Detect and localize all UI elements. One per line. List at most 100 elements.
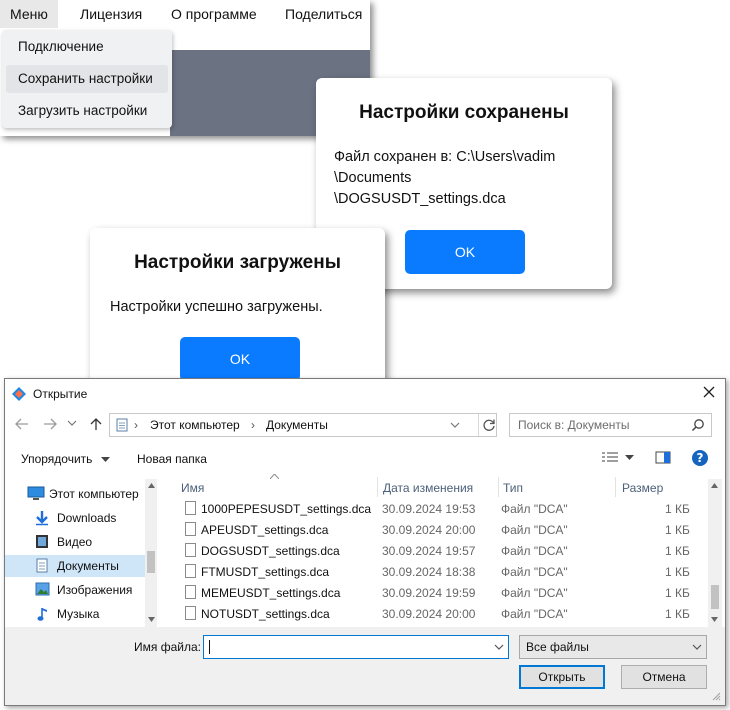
file-row[interactable]: MEMEUSDT_settings.dca 30.09.2024 19:59 Ф…: [181, 583, 701, 604]
column-name[interactable]: Имя: [181, 481, 204, 495]
dialog-title: Настройки загружены: [134, 252, 341, 273]
column-divider: [377, 477, 378, 497]
nav-item-this-pc[interactable]: Этот компьютер: [5, 483, 145, 505]
filename-label: Имя файла:: [134, 640, 201, 654]
close-icon[interactable]: [703, 386, 715, 398]
file-size: 1 КБ: [665, 523, 690, 537]
file-icon: [185, 585, 196, 599]
file-row[interactable]: FTMUSDT_settings.dca 30.09.2024 18:38 Фа…: [181, 562, 701, 583]
settings-loaded-dialog: Настройки загружены Настройки успешно за…: [90, 228, 385, 397]
scroll-down-icon[interactable]: [148, 617, 155, 622]
menu-item-connect[interactable]: Подключение: [6, 33, 168, 61]
file-row[interactable]: 1000PEPESUSDT_settings.dca 30.09.2024 19…: [181, 499, 701, 520]
file-type: Файл "DCA": [501, 607, 568, 621]
file-size: 1 КБ: [665, 607, 690, 621]
nav-item-documents[interactable]: Документы: [5, 555, 145, 577]
menu-item-load-settings[interactable]: Загрузить настройки: [6, 97, 168, 125]
chevron-down-icon[interactable]: [67, 420, 77, 428]
sort-ascending-icon: [270, 474, 279, 479]
dialog-message: Настройки успешно загружены.: [110, 299, 323, 315]
nav-label: Этот компьютер: [49, 487, 139, 501]
menu-bar: Меню Лицензия О программе Поделиться: [0, 0, 370, 28]
refresh-icon[interactable]: [482, 418, 496, 432]
new-folder-button[interactable]: Новая папка: [137, 452, 207, 466]
dialog-title: Настройки сохранены: [359, 102, 569, 123]
nav-item-video[interactable]: Видео: [5, 531, 145, 553]
file-date: 30.09.2024 19:59: [382, 586, 476, 600]
address-bar[interactable]: › Этот компьютер › Документы: [109, 413, 497, 437]
chevron-down-icon[interactable]: [692, 644, 702, 651]
forward-arrow-icon[interactable]: [43, 418, 57, 430]
scroll-thumb[interactable]: [711, 585, 719, 609]
file-icon: [185, 564, 196, 578]
chevron-right-icon: ›: [251, 418, 255, 432]
column-type[interactable]: Тип: [503, 481, 523, 495]
file-type-filter[interactable]: Все файлы: [519, 635, 707, 659]
nav-label: Документы: [57, 559, 119, 573]
file-row[interactable]: APEUSDT_settings.dca 30.09.2024 20:00 Фа…: [181, 520, 701, 541]
scroll-up-icon[interactable]: [148, 483, 155, 488]
video-icon: [36, 535, 48, 548]
file-date: 30.09.2024 20:00: [382, 607, 476, 621]
file-name: MEMEUSDT_settings.dca: [201, 586, 341, 600]
search-icon[interactable]: [691, 418, 705, 432]
file-name: NOTUSDT_settings.dca: [201, 607, 330, 621]
resize-grip-icon[interactable]: [711, 691, 721, 701]
menu-share[interactable]: Поделиться: [275, 0, 372, 28]
file-row[interactable]: DOGSUSDT_settings.dca 30.09.2024 19:57 Ф…: [181, 541, 701, 562]
scroll-up-icon[interactable]: [711, 483, 718, 488]
scroll-thumb[interactable]: [147, 551, 155, 573]
file-row[interactable]: NOTUSDT_settings.dca 30.09.2024 20:00 Фа…: [181, 604, 701, 625]
ok-button[interactable]: OK: [405, 230, 525, 274]
nav-label: Музыка: [57, 607, 100, 621]
cancel-button[interactable]: Отмена: [621, 665, 707, 689]
dialog-title: Открытие: [33, 387, 88, 401]
preview-pane-icon[interactable]: [655, 451, 671, 465]
filter-value: Все файлы: [526, 640, 589, 654]
app-icon: [12, 387, 26, 401]
menu-about[interactable]: О программе: [161, 0, 267, 28]
menu-license[interactable]: Лицензия: [70, 0, 152, 28]
organize-label: Упорядочить: [21, 452, 93, 466]
file-size: 1 КБ: [665, 544, 690, 558]
breadcrumb-documents[interactable]: Документы: [266, 418, 328, 432]
chevron-down-icon[interactable]: [450, 422, 460, 429]
file-type: Файл "DCA": [501, 523, 568, 537]
divider: [478, 414, 479, 436]
file-name: APEUSDT_settings.dca: [201, 523, 329, 537]
organize-button[interactable]: Упорядочить: [21, 452, 110, 466]
chevron-down-icon[interactable]: [494, 644, 504, 651]
view-options-icon[interactable]: [601, 451, 619, 465]
file-name: FTMUSDT_settings.dca: [201, 565, 330, 579]
scroll-down-icon[interactable]: [711, 617, 718, 622]
music-icon: [37, 608, 47, 621]
back-arrow-icon[interactable]: [15, 418, 29, 430]
nav-scrollbar[interactable]: [145, 479, 157, 627]
menu-main[interactable]: Меню: [0, 0, 58, 28]
menu-dropdown: Подключение Сохранить настройки Загрузит…: [2, 30, 172, 128]
chevron-down-icon[interactable]: [625, 455, 634, 461]
ok-button[interactable]: OK: [180, 337, 300, 381]
breadcrumb-this-pc[interactable]: Этот компьютер: [150, 418, 240, 432]
file-icon: [185, 543, 196, 557]
filename-input[interactable]: [203, 635, 509, 659]
nav-label: Изображения: [57, 583, 133, 597]
dialog-message: Файл сохранен в: C:\Users\vadim \Documen…: [334, 147, 555, 210]
column-date-modified[interactable]: Дата изменения: [383, 481, 473, 495]
search-placeholder: Поиск в: Документы: [518, 418, 630, 432]
chevron-right-icon: ›: [134, 418, 138, 432]
file-size: 1 КБ: [665, 502, 690, 516]
file-list-scrollbar[interactable]: [708, 479, 722, 627]
menu-item-save-settings[interactable]: Сохранить настройки: [6, 65, 168, 93]
nav-item-music[interactable]: Музыка: [5, 603, 145, 625]
file-size: 1 КБ: [665, 586, 690, 600]
column-divider: [615, 477, 616, 497]
nav-item-downloads[interactable]: Downloads: [5, 507, 145, 529]
message-line: \Documents: [334, 170, 412, 186]
column-size[interactable]: Размер: [622, 481, 663, 495]
open-button[interactable]: Открыть: [519, 665, 605, 689]
up-arrow-icon[interactable]: [90, 417, 102, 431]
nav-item-pictures[interactable]: Изображения: [5, 579, 145, 601]
help-icon[interactable]: ?: [691, 449, 709, 467]
search-input[interactable]: Поиск в: Документы: [509, 413, 712, 437]
